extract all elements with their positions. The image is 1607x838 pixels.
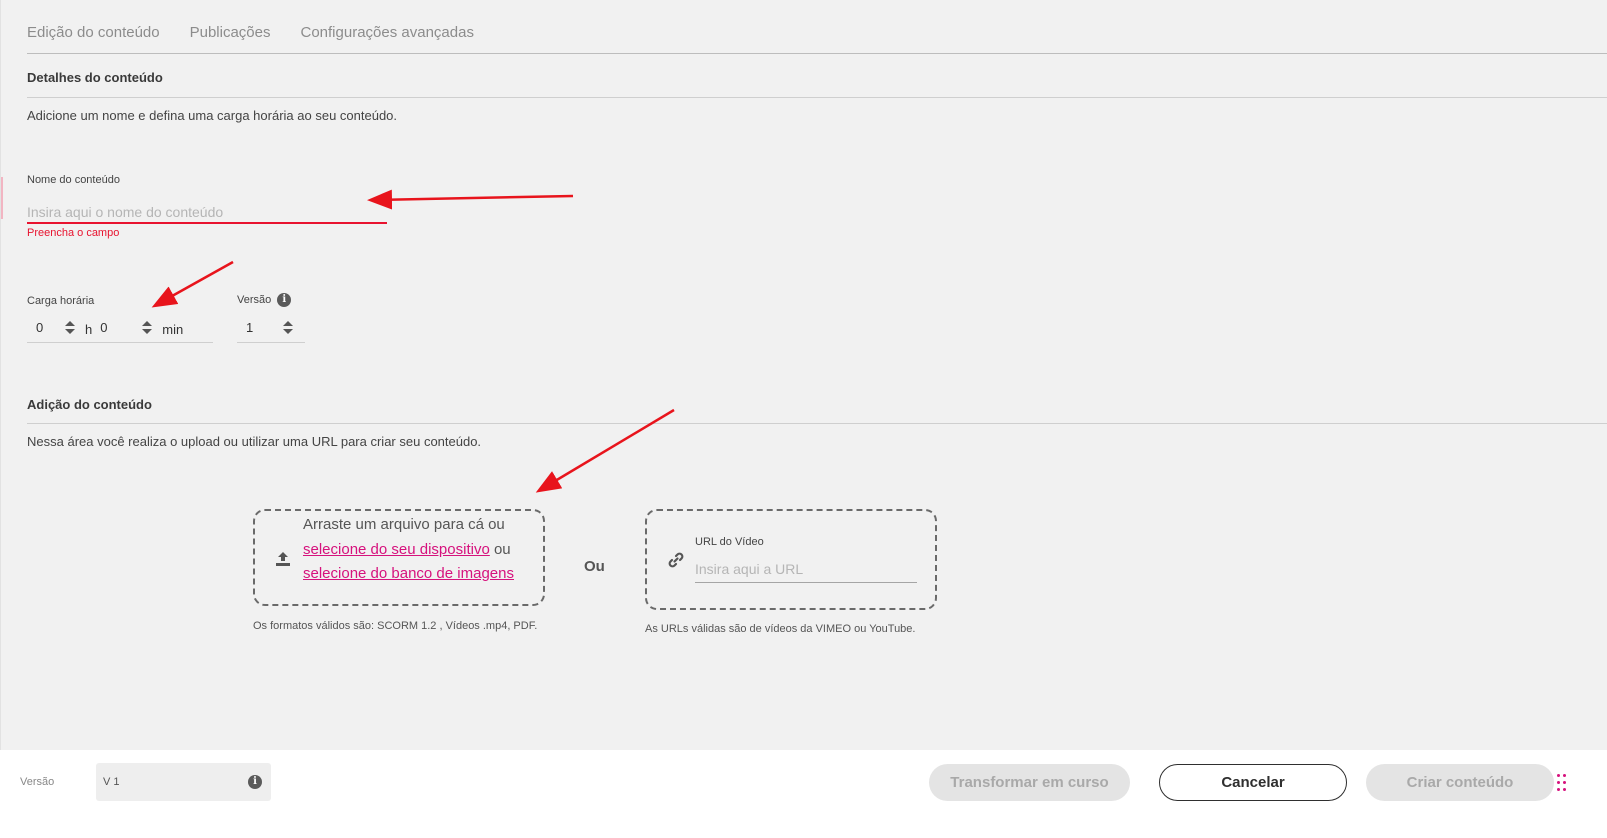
select-from-image-bank-link[interactable]: selecione do banco de imagens bbox=[303, 565, 514, 582]
tab-bar: Edição do conteúdo Publicações Configura… bbox=[27, 24, 474, 41]
tab-content-edit[interactable]: Edição do conteúdo bbox=[27, 24, 160, 41]
valid-formats-hint: Os formatos válidos são: SCORM 1.2 , Víd… bbox=[253, 620, 538, 632]
minutes-unit: min bbox=[162, 322, 184, 337]
file-dropzone[interactable]: Arraste um arquivo para cá ou selecione … bbox=[253, 509, 545, 606]
info-icon[interactable]: i bbox=[248, 775, 262, 789]
upload-icon bbox=[276, 552, 290, 566]
hours-value[interactable]: 0 bbox=[27, 320, 63, 335]
field-focus-marker bbox=[1, 177, 3, 219]
footer-version-value: V 1 bbox=[103, 776, 120, 788]
content-name-label: Nome do conteúdo bbox=[27, 174, 120, 186]
addition-description: Nessa área você realiza o upload ou util… bbox=[27, 434, 482, 449]
transform-to-course-button[interactable]: Transformar em curso bbox=[929, 764, 1130, 801]
or-separator: Ou bbox=[584, 558, 605, 575]
version-stepper: 1 bbox=[237, 313, 305, 343]
minutes-value[interactable]: 0 bbox=[100, 320, 140, 335]
create-content-button[interactable]: Criar conteúdo bbox=[1366, 764, 1554, 801]
video-url-label: URL do Vídeo bbox=[695, 536, 764, 548]
select-from-device-link[interactable]: selecione do seu dispositivo bbox=[303, 541, 490, 558]
details-description: Adicione um nome e defina uma carga horá… bbox=[27, 108, 398, 123]
dots-grid-icon[interactable] bbox=[1557, 774, 1567, 796]
content-name-error: Preencha o campo bbox=[27, 227, 120, 239]
version-label: Versão bbox=[237, 294, 272, 306]
workload-label: Carga horária bbox=[27, 295, 95, 307]
drop-instruction: Arraste um arquivo para cá ou bbox=[303, 516, 505, 533]
tab-advanced-settings[interactable]: Configurações avançadas bbox=[301, 24, 474, 41]
video-url-input[interactable] bbox=[695, 555, 917, 583]
minutes-spinner[interactable] bbox=[140, 319, 154, 337]
details-divider bbox=[27, 97, 1607, 98]
version-spinner[interactable] bbox=[281, 319, 295, 337]
main-panel: Edição do conteúdo Publicações Configura… bbox=[0, 0, 1607, 750]
footer-version-label: Versão bbox=[20, 776, 55, 788]
content-name-input[interactable] bbox=[27, 202, 387, 224]
drop-or-text: ou bbox=[493, 540, 511, 558]
link-icon bbox=[668, 552, 684, 568]
info-icon[interactable]: i bbox=[277, 293, 292, 307]
version-label-group: Versão i bbox=[237, 293, 292, 307]
tab-publications[interactable]: Publicações bbox=[190, 24, 271, 41]
version-value[interactable]: 1 bbox=[237, 320, 281, 335]
tabs-divider bbox=[27, 53, 1607, 54]
footer-version-field: V 1 i bbox=[96, 763, 271, 801]
hours-spinner[interactable] bbox=[63, 319, 77, 337]
dropzone-text: Arraste um arquivo para cá ou selecione … bbox=[303, 513, 533, 587]
hours-unit: h bbox=[85, 322, 93, 337]
addition-section-title: Adição do conteúdo bbox=[27, 397, 152, 412]
valid-urls-hint: As URLs válidas são de vídeos da VIMEO o… bbox=[645, 623, 916, 635]
cancel-button[interactable]: Cancelar bbox=[1159, 764, 1347, 801]
addition-divider bbox=[27, 423, 1607, 424]
video-url-box: URL do Vídeo bbox=[645, 509, 937, 610]
details-section-title: Detalhes do conteúdo bbox=[27, 70, 163, 85]
workload-stepper: 0 h 0 min bbox=[27, 313, 213, 343]
